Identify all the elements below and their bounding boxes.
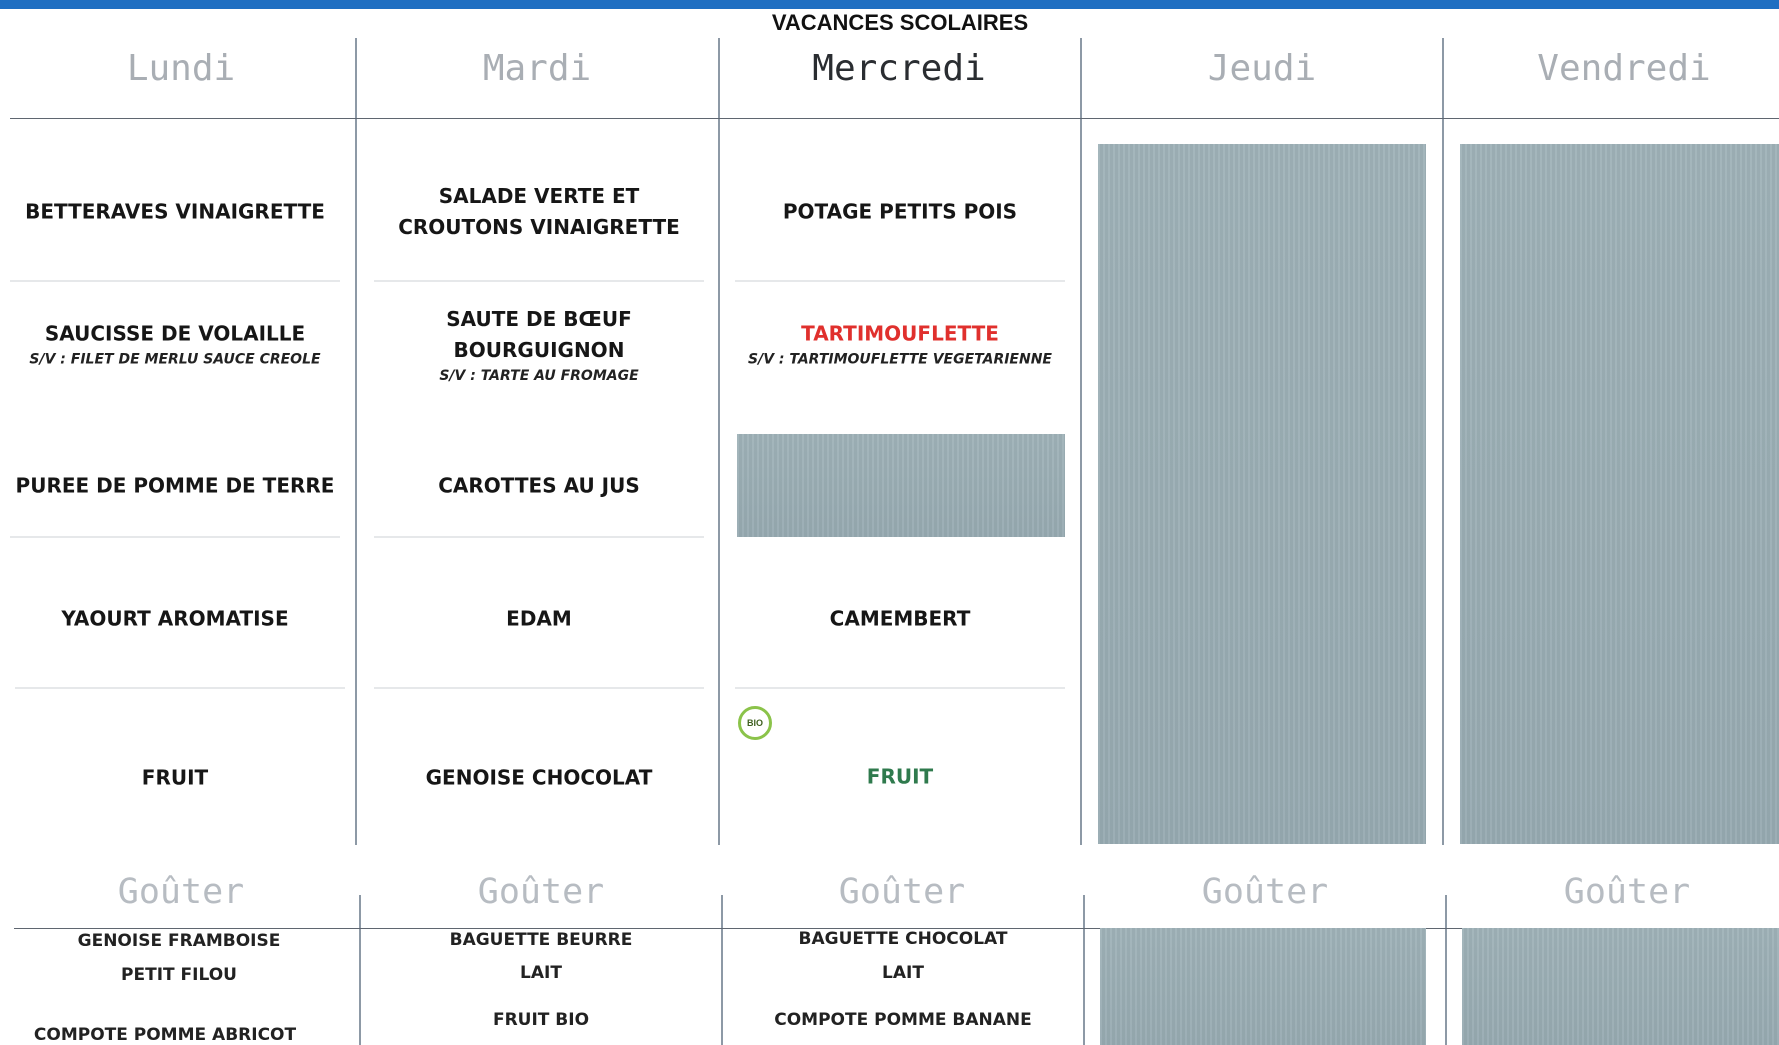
mercredi-gouter-1: BAGUETTE CHOCOLAT	[798, 929, 1008, 949]
jeudi-closed-block	[1098, 144, 1426, 844]
gouter-header-mercredi: Goûter	[838, 872, 966, 912]
mercredi-gouter-3: COMPOTE POMME BANANE	[774, 1010, 1032, 1030]
gouter-header-lundi: Goûter	[117, 872, 245, 912]
row-separator	[10, 280, 340, 282]
gouter-header-vendredi: Goûter	[1563, 872, 1691, 912]
column-divider	[1083, 895, 1085, 1045]
column-divider	[355, 38, 357, 845]
top-color-bar	[0, 0, 1779, 9]
mercredi-plat-sans-viande: S/V : TARTIMOUFLETTE VEGETARIENNE	[748, 351, 1052, 368]
row-separator	[374, 280, 704, 282]
lundi-dessert: FRUIT	[141, 765, 209, 790]
mercredi-laitage: CAMEMBERT	[829, 606, 971, 631]
row-separator	[735, 687, 1065, 689]
row-separator	[10, 536, 340, 538]
vendredi-gouter-closed-block	[1462, 928, 1779, 1045]
day-header-mercredi: Mercredi	[812, 48, 986, 89]
column-divider	[1080, 38, 1082, 845]
column-divider	[1445, 895, 1447, 1045]
gouter-header-mardi: Goûter	[477, 872, 605, 912]
mardi-gouter-3: FRUIT BIO	[492, 1010, 590, 1030]
mardi-entree: SALADE VERTE ET CROUTONS VINAIGRETTE	[398, 184, 680, 239]
lundi-accompagnement: PUREE DE POMME DE TERRE	[15, 473, 335, 498]
row-separator	[374, 687, 704, 689]
mardi-accompagnement: CAROTTES AU JUS	[438, 473, 640, 498]
bio-badge-icon: BIO	[738, 706, 772, 740]
lundi-gouter-3: COMPOTE POMME ABRICOT	[33, 1025, 297, 1045]
holiday-banner: VACANCES SCOLAIRES	[771, 10, 1029, 35]
mardi-plat-sans-viande: S/V : TARTE AU FROMAGE	[439, 368, 639, 384]
mercredi-entree: POTAGE PETITS POIS	[782, 199, 1018, 224]
lundi-gouter-1: GENOISE FRAMBOISE	[77, 931, 281, 951]
lundi-laitage: YAOURT AROMATISE	[61, 606, 289, 631]
lundi-gouter-2: PETIT FILOU	[121, 965, 237, 985]
mardi-gouter-1: BAGUETTE BEURRE	[449, 930, 633, 950]
row-separator	[15, 687, 345, 689]
mardi-gouter-2: LAIT	[520, 963, 562, 983]
row-separator	[374, 536, 704, 538]
day-header-vendredi: Vendredi	[1537, 48, 1711, 89]
jeudi-gouter-closed-block	[1100, 928, 1426, 1045]
mercredi-dessert: FRUIT	[866, 764, 934, 789]
day-header-jeudi: Jeudi	[1207, 48, 1317, 89]
mercredi-gouter-2: LAIT	[882, 963, 924, 983]
mercredi-plat: TARTIMOUFLETTE S/V : TARTIMOUFLETTE VEGET…	[735, 319, 1065, 370]
mardi-laitage: EDAM	[506, 606, 572, 631]
row-separator	[735, 280, 1065, 282]
lundi-plat: SAUCISSE DE VOLAILLE S/V : FILET DE MERLU…	[10, 319, 340, 370]
column-divider	[359, 895, 361, 1045]
lundi-plat-sans-viande: S/V : FILET DE MERLU SAUCE CREOLE	[29, 351, 321, 368]
header-rule	[10, 118, 1779, 119]
column-divider	[721, 895, 723, 1045]
mercredi-accompagnement-blank	[737, 434, 1065, 537]
column-divider	[1442, 38, 1444, 845]
vendredi-closed-block	[1460, 144, 1779, 844]
day-header-mardi: Mardi	[482, 48, 592, 89]
mardi-dessert: GENOISE CHOCOLAT	[425, 765, 653, 790]
day-header-lundi: Lundi	[126, 48, 236, 89]
mardi-plat: SAUTE DE BŒUF BOURGUIGNON S/V : TARTE AU …	[374, 304, 704, 386]
lundi-entree: BETTERAVES VINAIGRETTE	[25, 199, 325, 224]
gouter-header-jeudi: Goûter	[1201, 872, 1329, 912]
column-divider	[718, 38, 720, 845]
